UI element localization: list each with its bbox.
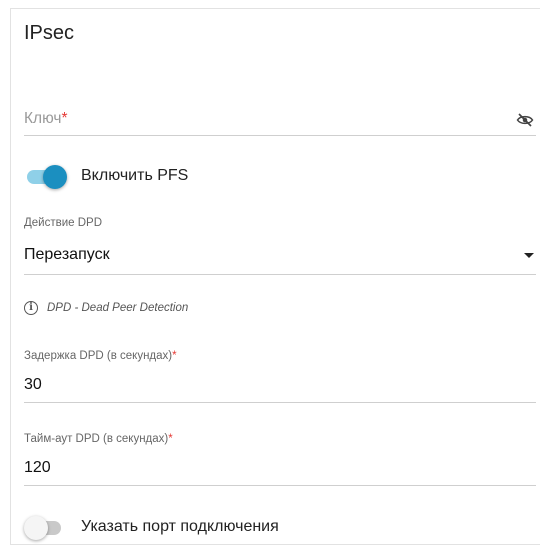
dpd-action-select[interactable]: Действие DPD Перезапуск [24, 217, 536, 275]
port-label: Указать порт подключения [81, 518, 279, 535]
pfs-toggle-knob[interactable] [43, 165, 67, 189]
dpd-timeout-underline [24, 485, 536, 486]
dpd-delay-value[interactable]: 30 [24, 376, 42, 394]
dpd-info-text: DPD - Dead Peer Detection [47, 302, 189, 314]
port-toggle-knob[interactable] [24, 516, 48, 540]
dpd-action-underline [24, 274, 536, 275]
key-underline [24, 135, 536, 136]
dpd-action-label: Действие DPD [24, 217, 103, 229]
dpd-timeout-value[interactable]: 120 [24, 459, 51, 477]
dpd-timeout-field[interactable]: Тайм-аут DPD (в секундах)* 120 [24, 433, 536, 486]
section-title: IPsec [24, 22, 75, 44]
key-placeholder: Ключ* [24, 110, 68, 127]
key-field[interactable]: Ключ* [24, 104, 536, 136]
ipsec-panel: IPsec Ключ* Включить PFS Действие DPD Пе… [10, 8, 540, 545]
dpd-delay-label: Задержка DPD (в секундах)* [24, 350, 177, 362]
caret-down-icon[interactable] [524, 253, 534, 258]
info-icon: i [24, 301, 38, 315]
dpd-action-value[interactable]: Перезапуск [24, 246, 110, 264]
dpd-delay-underline [24, 402, 536, 403]
pfs-label: Включить PFS [81, 167, 189, 184]
dpd-delay-field[interactable]: Задержка DPD (в секундах)* 30 [24, 350, 536, 403]
eye-off-icon[interactable] [516, 112, 534, 128]
dpd-timeout-label: Тайм-аут DPD (в секундах)* [24, 433, 173, 445]
